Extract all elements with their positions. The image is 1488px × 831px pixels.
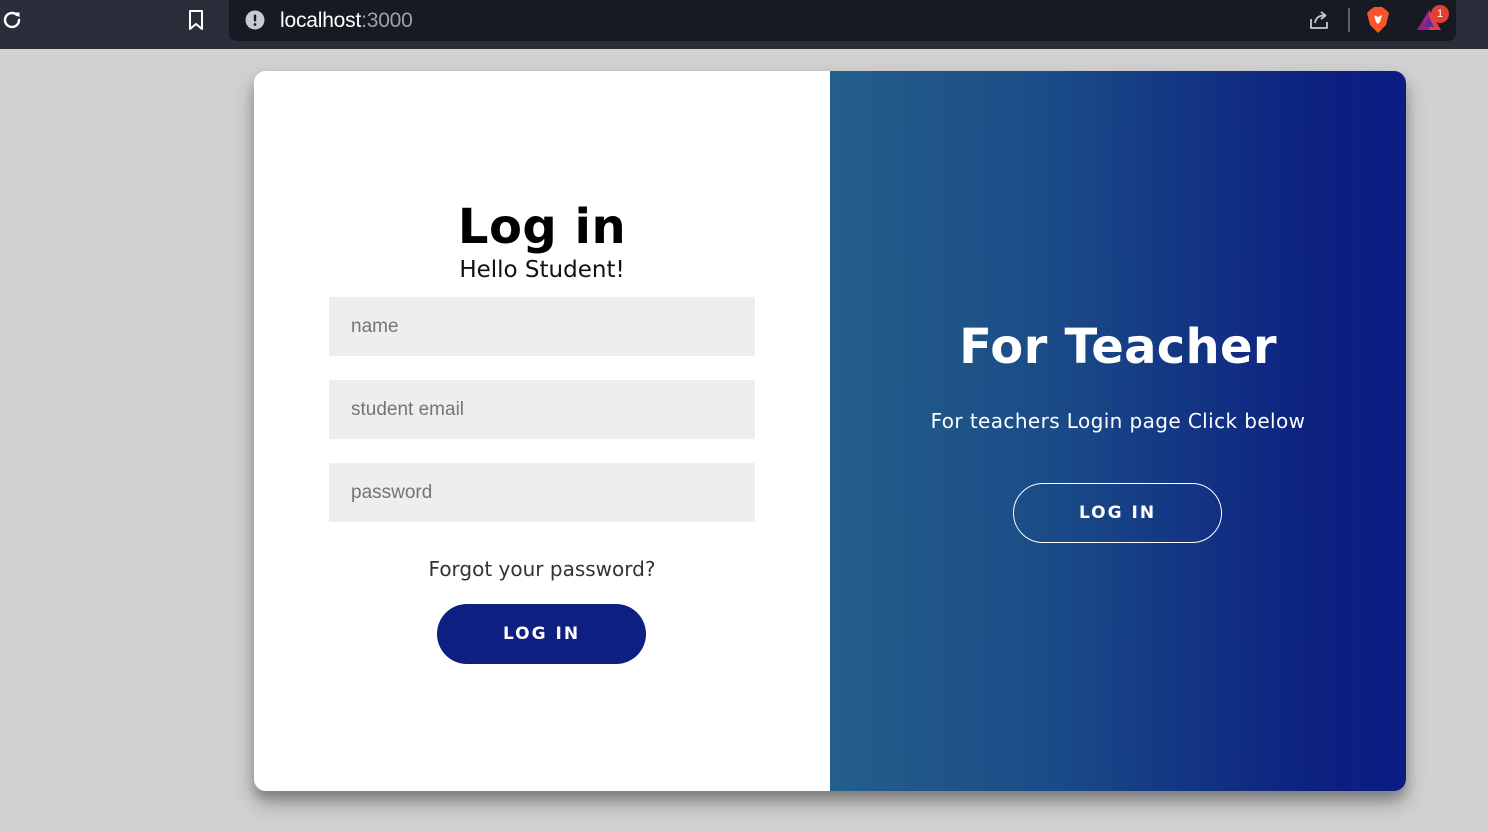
teacher-subtitle: For teachers Login page Click below — [930, 409, 1306, 433]
url-port: :3000 — [361, 9, 413, 32]
address-bar[interactable]: localhost:3000 1 — [229, 0, 1456, 41]
info-icon[interactable] — [245, 10, 265, 30]
browser-toolbar: localhost:3000 1 — [0, 0, 1488, 49]
teacher-login-button[interactable]: LOG IN — [1013, 483, 1222, 543]
student-login-panel: Log in Hello Student! Forgot your passwo… — [254, 71, 830, 791]
brave-lion-icon[interactable] — [1365, 6, 1391, 34]
divider — [1348, 8, 1350, 32]
notification-badge: 1 — [1431, 5, 1449, 23]
teacher-title: For Teacher — [959, 319, 1277, 375]
login-card: Log in Hello Student! Forgot your passwo… — [254, 71, 1406, 791]
student-login-button[interactable]: LOG IN — [437, 604, 646, 664]
name-input[interactable] — [329, 297, 755, 356]
teacher-panel: For Teacher For teachers Login page Clic… — [830, 71, 1406, 791]
url-host: localhost — [280, 9, 362, 32]
bookmark-icon[interactable] — [186, 9, 206, 31]
url-text[interactable]: localhost:3000 — [280, 9, 413, 33]
page-title: Log in — [457, 199, 627, 255]
forgot-password-link[interactable]: Forgot your password? — [254, 557, 830, 581]
share-icon[interactable] — [1307, 8, 1331, 32]
password-input[interactable] — [329, 463, 755, 522]
reload-icon[interactable] — [0, 8, 24, 32]
email-input[interactable] — [329, 380, 755, 439]
login-subtitle: Hello Student! — [459, 257, 625, 283]
